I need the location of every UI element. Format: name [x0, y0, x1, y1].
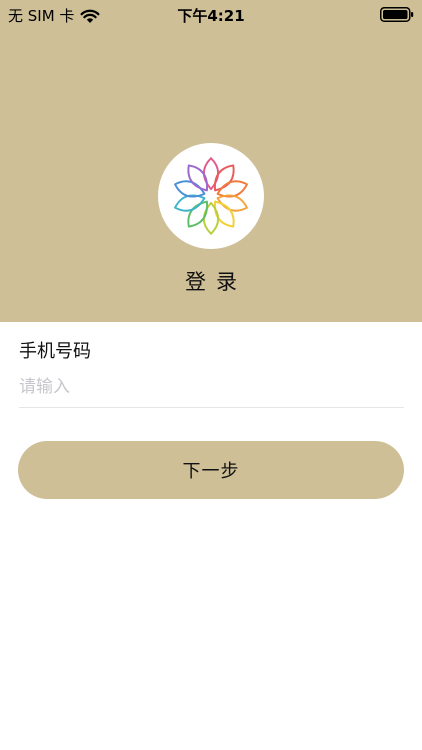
login-form: 手机号码	[19, 338, 404, 408]
header-banner: 无 SIM 卡 下午4:21 登录	[0, 0, 422, 322]
login-screen: 无 SIM 卡 下午4:21 登录 手机号码 请输入 下一步	[0, 0, 422, 750]
input-divider	[19, 407, 404, 408]
app-logo	[158, 143, 264, 249]
phone-label: 手机号码	[19, 341, 91, 362]
status-time: 下午4:21	[177, 7, 245, 25]
battery-icon	[380, 7, 414, 22]
lotus-flower-logo-icon	[174, 157, 248, 235]
phone-input[interactable]	[19, 370, 404, 404]
status-bar: 无 SIM 卡 下午4:21	[0, 0, 422, 28]
next-button[interactable]: 下一步	[18, 441, 404, 499]
page-title: 登录	[185, 270, 247, 294]
